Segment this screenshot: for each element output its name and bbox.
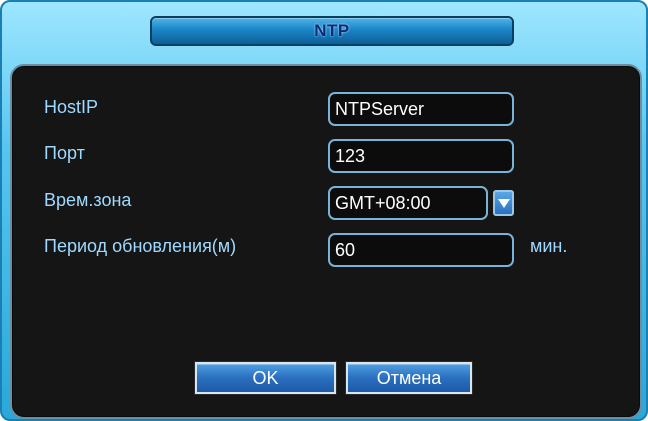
timezone-select[interactable]: GMT+08:00	[328, 186, 514, 220]
cancel-button[interactable]: Отмена	[345, 361, 473, 395]
dialog-title: NTP	[314, 21, 350, 40]
update-period-input[interactable]: 60	[328, 233, 514, 267]
ok-button[interactable]: OK	[194, 361, 337, 395]
timezone-value[interactable]: GMT+08:00	[328, 186, 488, 220]
port-label: Порт	[44, 143, 85, 163]
title-bar: NTP	[150, 16, 514, 46]
port-input[interactable]: 123	[328, 139, 514, 173]
host-ip-input[interactable]: NTPServer	[328, 92, 514, 126]
timezone-dropdown-button[interactable]	[493, 190, 514, 216]
timezone-label: Врем.зона	[44, 190, 132, 210]
chevron-down-icon	[498, 199, 510, 208]
update-period-label: Период обновления(м)	[44, 236, 237, 256]
update-period-unit: мин.	[530, 236, 568, 256]
ntp-dialog: NTP HostIP NTPServer Порт 123 Врем.зона …	[0, 0, 648, 421]
host-ip-label: HostIP	[44, 97, 99, 117]
